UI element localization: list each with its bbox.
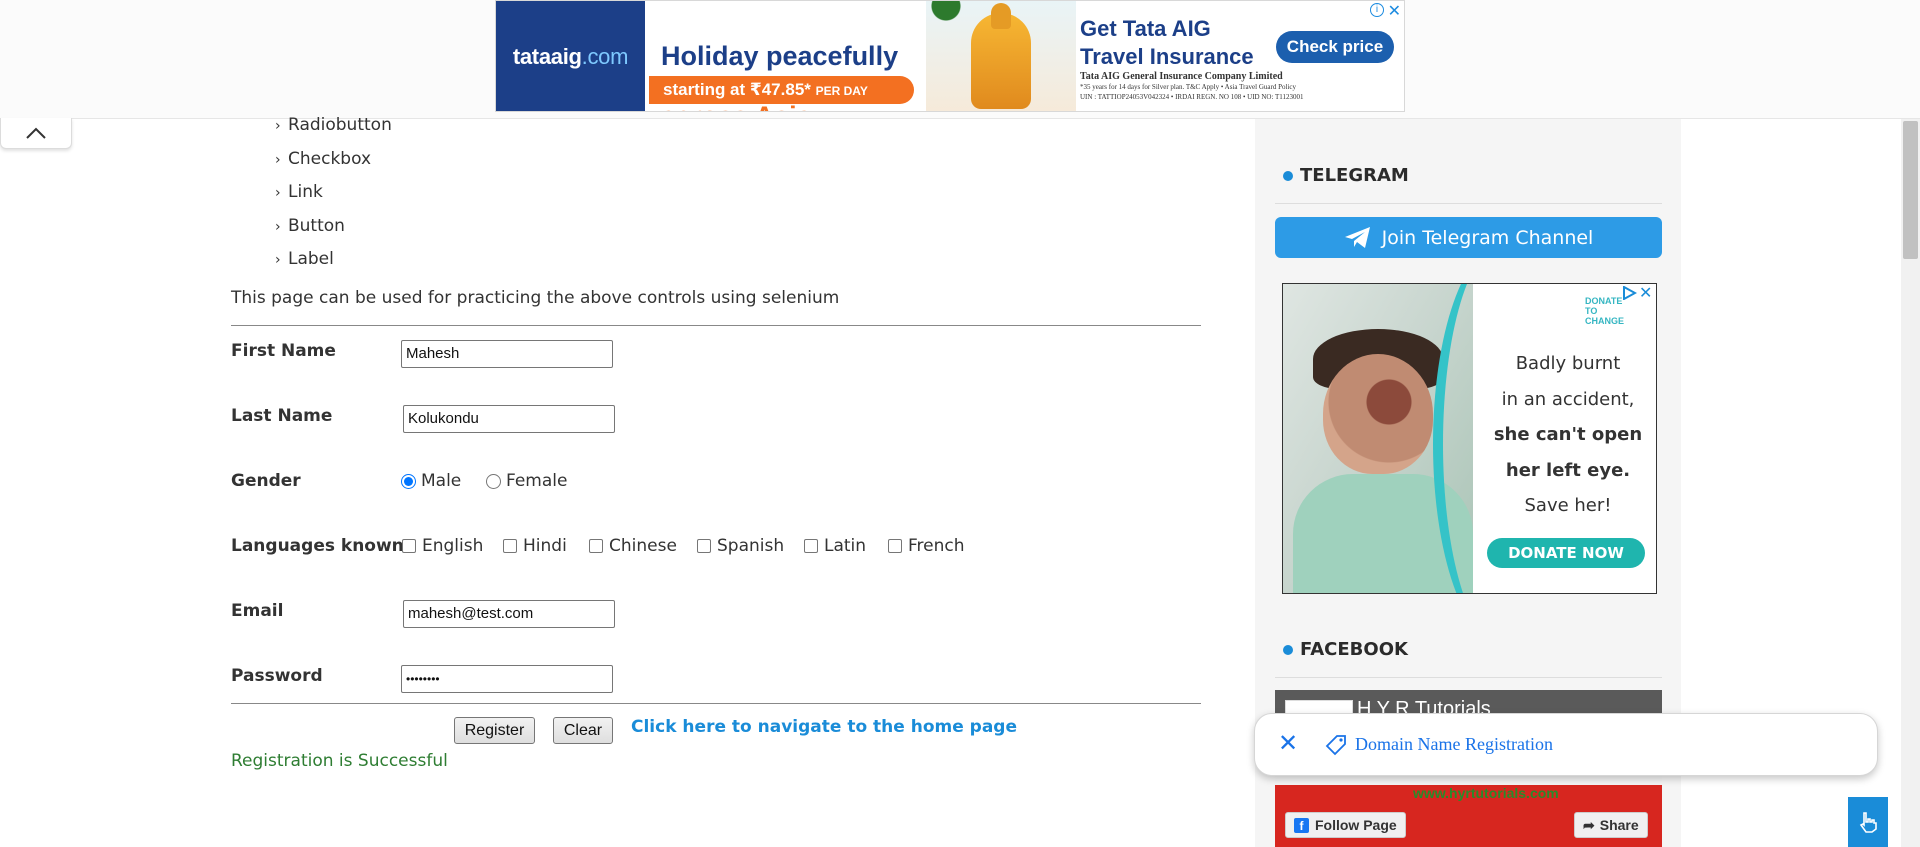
ad-title: Get Tata AIG Travel Insurance (1080, 16, 1254, 69)
language-english-checkbox[interactable]: English (402, 536, 483, 556)
close-icon[interactable]: ✕ (1275, 731, 1301, 757)
divider (1275, 203, 1662, 204)
ad-price-pill: starting at ₹47.85* PER DAY (649, 76, 914, 104)
controls-list: › Radiobutton › Checkbox › Link › Button › La… (275, 112, 392, 280)
page-scrollbar[interactable] (1901, 119, 1920, 847)
tata-aig-ad[interactable]: tataaig.com Holiday peacefully across As… (495, 0, 1405, 112)
gender-female-radio[interactable]: Female (486, 471, 567, 491)
ad-info-icon[interactable]: i (1370, 3, 1384, 17)
share-icon: ➦ (1583, 816, 1595, 833)
language-french-checkbox[interactable]: French (888, 536, 965, 556)
buddha-statue-image (926, 1, 1076, 111)
ad-close-icon[interactable]: ✕ (1388, 1, 1401, 21)
list-item: › Radiobutton (275, 112, 392, 146)
adchoices-icon[interactable] (1621, 286, 1637, 300)
follow-page-button[interactable]: f Follow Page (1285, 812, 1406, 838)
password-input[interactable]: •••••••• (401, 665, 613, 693)
first-name-label: First Name (231, 341, 336, 361)
password-label: Password (231, 666, 323, 686)
bullet-icon (1283, 170, 1293, 181)
chevron-up-icon (26, 127, 46, 139)
language-spanish-checkbox[interactable]: Spanish (697, 536, 784, 556)
pointer-hand-icon (1859, 812, 1877, 833)
ad-headline-line1: Holiday peacefully (661, 41, 899, 71)
gender-male-radio[interactable]: Male (401, 471, 461, 491)
join-telegram-button[interactable]: Join Telegram Channel (1275, 217, 1662, 258)
intro-text: This page can be used for practicing the… (231, 288, 840, 308)
scrollbar-thumb[interactable] (1903, 121, 1918, 259)
facebook-icon: f (1294, 817, 1309, 833)
success-message: Registration is Successful (231, 751, 448, 771)
donate-ad[interactable]: DONATE TO CHANGE ✕ Badly burnt in an acc… (1282, 283, 1657, 594)
bullet-icon (1283, 644, 1293, 655)
ad-close-icon[interactable]: ✕ (1639, 284, 1652, 303)
list-item: › Button (275, 213, 392, 247)
ad-logo: tataaig .com (496, 1, 645, 111)
share-button[interactable]: ➦ Share (1574, 812, 1648, 838)
facebook-cover-url: www.hyrtutorials.com (1413, 785, 1559, 801)
radio-unselected[interactable] (486, 473, 501, 489)
last-name-input[interactable]: Kolukondu (403, 405, 615, 433)
home-page-link[interactable]: Click here to navigate to the home page (631, 717, 1017, 737)
suggestion-link[interactable]: Domain Name Registration (1355, 734, 1553, 755)
chevron-right-icon: › (275, 151, 281, 168)
scroll-to-top-button[interactable] (0, 118, 72, 149)
ad-fine-print: Tata AIG General Insurance Company Limit… (1080, 71, 1304, 101)
ad-brand: DONATE TO CHANGE (1585, 296, 1625, 326)
chevron-right-icon: › (275, 118, 281, 134)
telegram-widget-title: TELEGRAM (1283, 165, 1409, 186)
divider (231, 703, 1201, 704)
first-name-input[interactable]: Mahesh (401, 340, 613, 368)
donate-message: Badly burnt in an accident, she can't op… (1493, 353, 1643, 516)
accessibility-button[interactable] (1848, 797, 1888, 847)
language-hindi-checkbox[interactable]: Hindi (503, 536, 567, 556)
check-price-button[interactable]: Check price (1276, 31, 1394, 63)
donate-now-button[interactable]: DONATE NOW (1487, 538, 1645, 568)
divider (1275, 677, 1662, 678)
telegram-icon (1344, 226, 1370, 248)
radio-selected[interactable] (401, 473, 416, 489)
ad-banner-area: tataaig.com Holiday peacefully across As… (0, 0, 1920, 119)
languages-label: Languages known (231, 536, 404, 556)
register-button[interactable]: Register (454, 717, 535, 744)
chevron-right-icon: › (275, 252, 281, 268)
list-item: › Label (275, 246, 392, 280)
suggestion-bar[interactable]: ✕ Domain Name Registration (1254, 713, 1878, 776)
chevron-right-icon: › (275, 185, 281, 201)
divider (231, 325, 1201, 326)
email-input[interactable]: mahesh@test.com (403, 600, 615, 628)
language-chinese-checkbox[interactable]: Chinese (589, 536, 677, 556)
list-item: › Checkbox (275, 146, 392, 180)
email-label: Email (231, 601, 284, 621)
chevron-right-icon: › (275, 218, 281, 235)
language-latin-checkbox[interactable]: Latin (804, 536, 866, 556)
list-item: › Link (275, 179, 392, 213)
gender-label: Gender (231, 471, 301, 491)
last-name-label: Last Name (231, 406, 333, 426)
tag-icon (1325, 735, 1346, 756)
facebook-widget-title: FACEBOOK (1283, 639, 1408, 660)
clear-button[interactable]: Clear (553, 717, 613, 744)
